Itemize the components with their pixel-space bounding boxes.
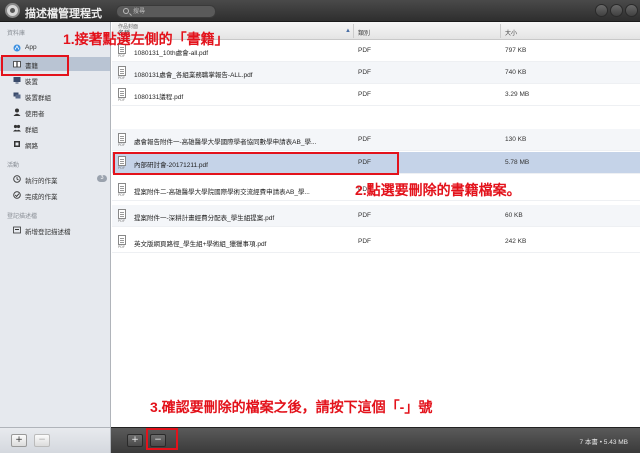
- book-type: PDF: [358, 212, 371, 219]
- size-column-header[interactable]: 大小: [505, 28, 517, 37]
- pdf-document-icon: PDF: [118, 66, 127, 80]
- sidebar-item-running-tasks[interactable]: 執行的作業 3: [0, 172, 110, 186]
- sidebar-item-label: 群組: [25, 127, 38, 134]
- sidebar-item-network[interactable]: 網路: [0, 137, 110, 151]
- search-icon: [123, 8, 129, 14]
- sidebar-item-label: 裝置: [25, 79, 38, 86]
- minimize-button[interactable]: [595, 4, 608, 17]
- type-column-header[interactable]: 類別: [358, 28, 370, 37]
- step-3-annotation: 3.確認要刪除的檔案之後，請按下這個「-」號: [150, 399, 433, 415]
- book-size: 740 KB: [505, 69, 527, 76]
- group-icon: [13, 124, 21, 132]
- sidebar-item-label: 執行的作業: [25, 178, 58, 185]
- sidebar-section-library: 資料庫: [7, 31, 26, 37]
- table-row[interactable]: PDF 1080131處會_各組業務職掌報告-ALL.pdf PDF 740 K…: [112, 62, 640, 84]
- sidebar-item-users[interactable]: 使用者: [0, 105, 110, 119]
- app-store-icon: [13, 44, 21, 52]
- selected-file-highlight-box: [113, 152, 399, 175]
- user-icon: [13, 108, 21, 116]
- sort-ascending-icon: ▲: [345, 28, 351, 34]
- pdf-document-icon: PDF: [118, 209, 127, 223]
- enroll-profile-icon: [13, 226, 21, 234]
- book-type: PDF: [358, 47, 371, 54]
- search-box[interactable]: [116, 5, 216, 18]
- book-name: 提案附件一-深耕計畫經費分配表_學生組提案.pdf: [134, 215, 275, 222]
- sidebar-item-label: 完成的作業: [25, 194, 58, 201]
- book-name: 提案附件二-高雄醫學大學院國際學術交流經費申請表AB_學...: [134, 189, 310, 196]
- book-type: PDF: [358, 91, 371, 98]
- table-row[interactable]: PDF 英文版網頁路徑_學生組+學術組_獵獵事項.pdf PDF 242 KB: [112, 231, 640, 253]
- books-highlight-box: [1, 55, 69, 76]
- table-row[interactable]: PDF 處會報告附件一-高雄醫學大學國際學者協同數學申請表AB_學... PDF…: [112, 129, 640, 151]
- column-divider[interactable]: [353, 24, 354, 38]
- remove-button-highlight-box: [146, 428, 178, 450]
- sidebar-item-groups[interactable]: 群組: [0, 121, 110, 135]
- device-icon: [13, 76, 21, 84]
- device-group-icon: [13, 92, 21, 100]
- network-icon: [13, 140, 21, 148]
- sidebar-section-activity: 活動: [7, 163, 20, 169]
- sidebar-item-label: 使用者: [25, 111, 45, 118]
- add-book-button[interactable]: +: [127, 434, 143, 447]
- book-size: 242 KB: [505, 238, 527, 245]
- book-size: 797 KB: [505, 47, 527, 54]
- search-input[interactable]: [133, 7, 213, 17]
- book-size: 60 KB: [505, 212, 523, 219]
- table-row[interactable]: PDF 1080131議程.pdf PDF 3.29 MB: [112, 84, 640, 106]
- title-bar: 描述檔管理程式: [0, 0, 640, 22]
- close-button[interactable]: [625, 4, 638, 17]
- book-name: 處會報告附件一-高雄醫學大學國際學者協同數學申請表AB_學...: [134, 139, 317, 146]
- book-name: 英文版網頁路徑_學生組+學術組_獵獵事項.pdf: [134, 241, 267, 248]
- sidebar-item-label: App: [25, 44, 37, 51]
- book-size: 130 KB: [505, 136, 527, 143]
- pdf-document-icon: PDF: [118, 235, 127, 249]
- sidebar-item-completed-tasks[interactable]: 完成的作業: [0, 188, 110, 202]
- sidebar-add-button[interactable]: +: [11, 434, 27, 447]
- book-type: PDF: [358, 136, 371, 143]
- book-type: PDF: [358, 238, 371, 245]
- step-1-annotation: 1.接著點選左側的「書籍」: [63, 31, 229, 47]
- sidebar-item-label: 新增登記描述檔: [25, 229, 71, 236]
- book-size: 5.78 MB: [505, 159, 530, 166]
- book-name: 1080131議程.pdf: [134, 94, 184, 101]
- sidebar-item-device-groups[interactable]: 裝置群組: [0, 89, 110, 103]
- column-divider[interactable]: [500, 24, 501, 38]
- app-logo-icon: [5, 3, 20, 18]
- table-row[interactable]: PDF 提案附件一-深耕計畫經費分配表_學生組提案.pdf PDF 60 KB: [112, 205, 640, 227]
- book-name: 1080131處會_各組業務職掌報告-ALL.pdf: [134, 72, 253, 79]
- sidebar-section-enrollment: 登記描述檔: [7, 214, 38, 220]
- book-type: PDF: [358, 69, 371, 76]
- sidebar: 資料庫 App 書籍 裝置 裝置群組 使用者 群組 網路 活動 執行的作業 3 …: [0, 22, 111, 427]
- sidebar-remove-button[interactable]: −: [34, 434, 50, 447]
- sidebar-item-label: 網路: [25, 143, 38, 150]
- book-size: 3.29 MB: [505, 91, 530, 98]
- check-icon: [13, 191, 21, 199]
- clock-icon: [13, 175, 21, 183]
- maximize-button[interactable]: [610, 4, 623, 17]
- library-status: 7 本書 • 5.43 MB: [579, 439, 628, 446]
- pdf-document-icon: PDF: [118, 133, 127, 147]
- sidebar-item-label: 裝置群組: [25, 95, 51, 102]
- task-count-badge: 3: [97, 175, 107, 182]
- pdf-document-icon: PDF: [118, 183, 127, 197]
- app-title: 描述檔管理程式: [25, 8, 102, 20]
- sidebar-item-add-enrollment-profile[interactable]: 新增登記描述檔: [0, 223, 110, 237]
- step-2-annotation: 2.點選要刪除的書籍檔案。: [355, 182, 521, 198]
- sidebar-toolbar: + −: [0, 427, 111, 453]
- pdf-document-icon: PDF: [118, 88, 127, 102]
- books-list: 作品封面 名稱 ▲ 類別 大小 PDF 1080131_10th處會-all.p…: [112, 22, 640, 427]
